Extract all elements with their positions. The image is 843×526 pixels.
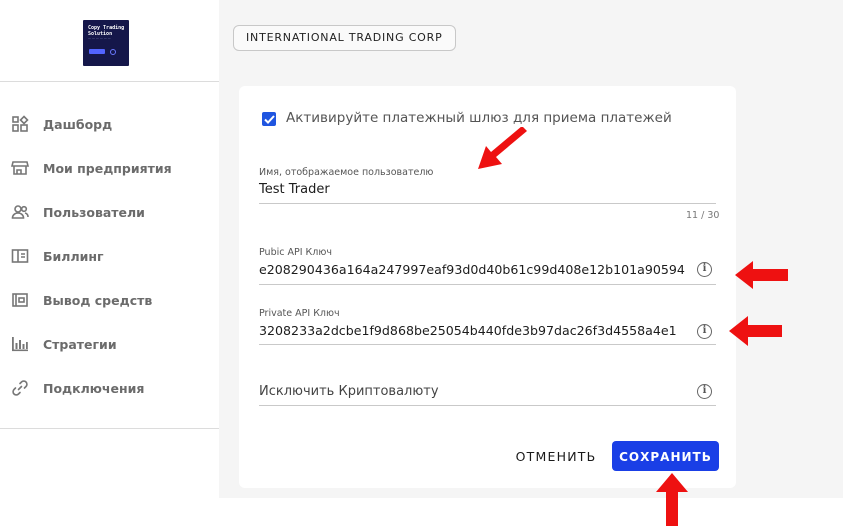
exclude-crypto-underline (259, 405, 716, 406)
activate-gateway-checkbox[interactable] (262, 112, 276, 126)
sidebar-item-connections[interactable]: Подключения (0, 366, 219, 410)
save-button[interactable]: СОХРАНИТЬ (612, 441, 719, 471)
link-icon (11, 379, 29, 397)
sidebar-item-withdrawal[interactable]: Вывод средств (0, 278, 219, 322)
display-name-input[interactable]: Test Trader (259, 182, 330, 197)
sidebar-nav: Дашборд Мои предприятия Пользователи Бил… (0, 102, 219, 410)
sidebar-item-label: Стратегии (43, 336, 117, 352)
main-footer-space (219, 498, 843, 526)
logo-decoration-dot (110, 49, 116, 55)
cancel-button[interactable]: ОТМЕНИТЬ (508, 442, 604, 470)
sidebar: Copy Trading Solution — — — — — — Дашборд… (0, 0, 219, 526)
display-name-underline (259, 203, 716, 204)
sidebar-item-label: Биллинг (43, 248, 104, 264)
logo-decoration: — — — — — — (88, 36, 111, 40)
strategies-icon (11, 335, 29, 353)
public-key-underline (259, 284, 716, 285)
logo[interactable]: Copy Trading Solution — — — — — — (83, 20, 129, 66)
users-icon (11, 203, 29, 221)
sidebar-item-strategies[interactable]: Стратегии (0, 322, 219, 366)
private-key-info-icon[interactable]: i (697, 324, 712, 339)
sidebar-item-users[interactable]: Пользователи (0, 190, 219, 234)
sidebar-item-my-businesses[interactable]: Мои предприятия (0, 146, 219, 190)
exclude-crypto-info-icon[interactable]: i (697, 384, 712, 399)
sidebar-divider-bottom (0, 428, 219, 429)
display-name-label: Имя, отображаемое пользователю (259, 167, 434, 178)
annotation-arrow-display-name (478, 127, 527, 169)
company-chip[interactable]: INTERNATIONAL TRADING CORP (233, 25, 456, 51)
wallet-icon (11, 291, 29, 309)
check-icon (263, 114, 275, 124)
sidebar-item-label: Вывод средств (43, 292, 153, 308)
sidebar-item-label: Пользователи (43, 204, 145, 220)
sidebar-item-dashboard[interactable]: Дашборд (0, 102, 219, 146)
exclude-crypto-input[interactable]: Исключить Криптовалюту (259, 384, 439, 399)
dashboard-icon (11, 115, 29, 133)
public-key-info-icon[interactable]: i (697, 262, 712, 277)
activate-gateway-label[interactable]: Активируйте платежный шлюз для приема пл… (286, 110, 672, 126)
public-key-label: Pubic API Ключ (259, 247, 332, 258)
annotation-arrow-save (656, 473, 688, 526)
sidebar-item-label: Мои предприятия (43, 160, 172, 176)
sidebar-item-label: Подключения (43, 380, 145, 396)
private-key-label: Private API Ключ (259, 308, 340, 319)
annotation-arrow-private-key (729, 316, 782, 346)
private-key-underline (259, 344, 716, 345)
display-name-counter: 11 / 30 (686, 210, 720, 221)
sidebar-item-label: Дашборд (43, 116, 113, 132)
store-icon (11, 159, 29, 177)
annotation-arrow-public-key (735, 261, 788, 289)
private-key-input[interactable]: 3208233a2dcbe1f9d868be25054b440fde3b97da… (259, 323, 677, 338)
billing-icon (11, 247, 29, 265)
public-key-input[interactable]: e208290436a164a247997eaf93d0d40b61c99d40… (259, 262, 685, 277)
logo-decoration-button (89, 49, 105, 54)
sidebar-divider-top (0, 81, 219, 82)
sidebar-item-billing[interactable]: Биллинг (0, 234, 219, 278)
